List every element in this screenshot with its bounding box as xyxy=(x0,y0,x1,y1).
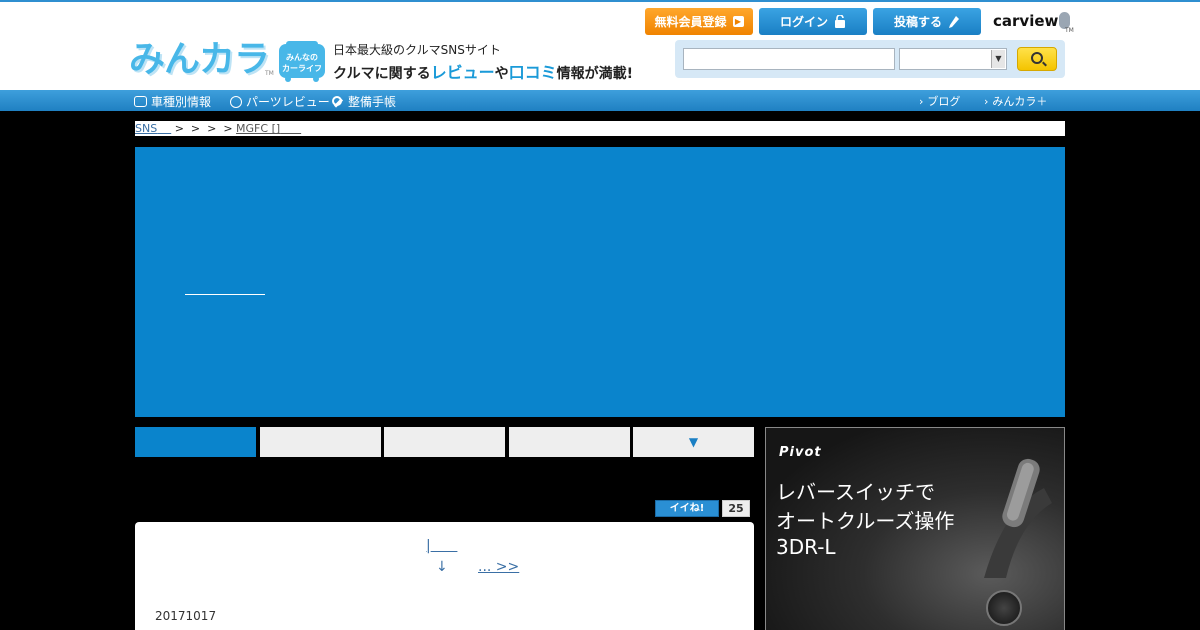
pen-icon xyxy=(949,15,959,28)
nav-maint-label: 整備手帳 xyxy=(348,95,397,109)
breadcrumb-separators: > > > > xyxy=(171,122,237,135)
logo-text: みんカラ xyxy=(129,39,270,80)
ad-product-code: 3DR-L xyxy=(776,535,836,559)
tab-4[interactable] xyxy=(509,427,630,457)
login-button-label: ログイン xyxy=(779,15,828,29)
search-panel: ▼ xyxy=(675,40,1065,78)
tab-more-label: ▼ xyxy=(688,435,699,449)
search-icon xyxy=(1031,52,1043,64)
global-nav: 車種別情報 パーツレビュー 整備手帳 › ブログ › みんカラ＋ xyxy=(0,90,1200,111)
tab-2[interactable] xyxy=(260,427,381,457)
minkara-logo[interactable]: みんカラ TM xyxy=(129,39,274,80)
chevron-right-icon: › xyxy=(984,94,989,108)
cruise-switch-icon xyxy=(986,590,1022,626)
tab-3[interactable] xyxy=(384,427,505,457)
prev-post-label: | xyxy=(426,538,431,554)
tagline-main: クルマに関するレビューや口コミ情報が満載! xyxy=(333,59,633,83)
search-category-select[interactable]: ▼ xyxy=(899,48,1007,70)
nav-blog[interactable]: › ブログ xyxy=(919,93,960,109)
post-date: 20171017 xyxy=(155,609,217,623)
login-button[interactable]: ログイン xyxy=(759,8,867,35)
profile-hero-banner xyxy=(135,147,1065,417)
nav-plus-label: みんカラ＋ xyxy=(992,95,1048,108)
ad-headline-2: オートクルーズ操作 xyxy=(776,509,955,533)
lock-icon xyxy=(835,15,845,28)
pivot-advertisement[interactable]: Pivot レバースイッチで オートクルーズ操作 3DR-L xyxy=(765,427,1065,630)
ad-headline-1: レバースイッチで xyxy=(776,480,935,504)
carview-trademark: TM xyxy=(1065,27,1074,34)
car-icon xyxy=(134,96,147,107)
play-arrow-icon: ▶ xyxy=(732,16,744,27)
tagline-top: 日本最大級のクルマSNSサイト xyxy=(333,43,501,57)
chevron-right-icon: › xyxy=(919,94,924,108)
breadcrumb: SNS > > > > MGFC [] xyxy=(135,121,1065,136)
register-button-label: 無料会員登録 xyxy=(654,15,727,29)
tab-more-dropdown[interactable]: ▼ xyxy=(633,427,754,457)
nav-maintenance[interactable]: 整備手帳 xyxy=(332,93,396,110)
nav-parts-label: パーツレビュー xyxy=(246,95,330,109)
badge-line-1: みんなの xyxy=(286,53,318,62)
badge-line-2: カーライフ xyxy=(282,64,322,73)
car-life-badge-icon: みんなの カーライフ xyxy=(279,41,325,82)
gear-icon xyxy=(230,95,242,108)
post-button-label: 投稿する xyxy=(893,15,942,29)
post-button[interactable]: 投稿する xyxy=(873,8,981,35)
down-arrow-icon: ↓ xyxy=(436,559,448,575)
wrench-icon xyxy=(332,95,344,108)
nav-minkara-plus[interactable]: › みんカラ＋ xyxy=(984,93,1047,109)
iine-count: 25 xyxy=(722,500,750,517)
nav-parts-review[interactable]: パーツレビュー xyxy=(230,93,330,110)
search-input[interactable] xyxy=(683,48,895,70)
tagline-kuchikomi: 口コミ xyxy=(508,63,557,82)
iine-button[interactable]: イイね! xyxy=(655,500,719,517)
chevron-down-icon: ▼ xyxy=(991,50,1005,68)
nav-car-info[interactable]: 車種別情報 xyxy=(134,93,211,110)
logo-trademark: TM xyxy=(265,70,274,77)
nav-blog-label: ブログ xyxy=(927,95,961,108)
steering-lever-image xyxy=(984,458,1052,578)
tagline-mid: や xyxy=(494,66,509,82)
post-card: | ↓ ... >> 20171017 xyxy=(135,522,754,630)
hero-link-underline[interactable] xyxy=(185,294,265,295)
tab-1-active[interactable] xyxy=(135,427,256,457)
carview-logo-text: carview xyxy=(993,12,1059,30)
nav-car-label: 車種別情報 xyxy=(151,95,212,109)
prev-post-link[interactable]: | xyxy=(426,538,457,554)
breadcrumb-home-link[interactable]: SNS xyxy=(135,122,157,135)
carview-logo[interactable]: carview xyxy=(993,12,1071,30)
ad-brand-logo: Pivot xyxy=(779,445,822,460)
iine-label: イイね! xyxy=(669,503,705,514)
tagline-pre: クルマに関する xyxy=(333,66,431,82)
next-post-link[interactable]: ... >> xyxy=(478,559,519,575)
search-button[interactable] xyxy=(1017,47,1057,71)
site-header: みんカラ TM みんなの カーライフ 日本最大級のクルマSNSサイト クルマに関… xyxy=(0,0,1200,90)
register-button[interactable]: 無料会員登録 ▶ xyxy=(645,8,753,35)
tagline-review: レビュー xyxy=(430,63,495,82)
tagline-post: 情報が満載! xyxy=(556,66,634,82)
breadcrumb-current-link[interactable]: MGFC [] xyxy=(236,122,280,135)
